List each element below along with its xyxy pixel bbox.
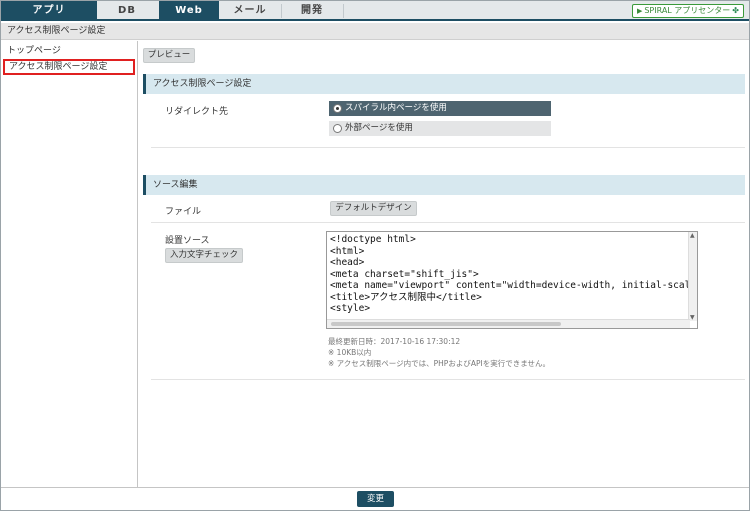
divider xyxy=(151,222,745,223)
last-updated: 最終更新日時：2017-10-16 17:30:12 xyxy=(328,337,461,346)
page-title: アクセス制限ページ設定 xyxy=(1,23,749,40)
app-center-label: SPIRAL アプリセンター xyxy=(644,6,731,15)
scroll-down-icon[interactable]: ▼ xyxy=(690,314,695,321)
tab-db[interactable]: DB xyxy=(97,1,157,21)
tab-app[interactable]: アプリ xyxy=(1,1,97,21)
char-check-button[interactable]: 入力文字チェック xyxy=(165,248,243,263)
top-nav: アプリ DB Web メール 開発 ▶ SPIRAL アプリセンター ✤ xyxy=(1,1,749,21)
leaf-icon: ✤ xyxy=(732,6,739,15)
tab-divider xyxy=(343,4,344,18)
divider xyxy=(151,147,745,148)
horizontal-scrollbar[interactable] xyxy=(327,319,690,328)
scroll-thumb[interactable] xyxy=(331,322,561,326)
radio-icon xyxy=(333,124,342,133)
submit-button[interactable]: 変更 xyxy=(357,491,394,507)
app-center-link[interactable]: ▶ SPIRAL アプリセンター ✤ xyxy=(631,4,744,18)
file-select-button[interactable]: デフォルトデザイン xyxy=(330,201,417,216)
divider xyxy=(151,379,745,380)
radio-icon xyxy=(333,104,342,113)
vertical-scrollbar[interactable]: ▲ ▼ xyxy=(688,232,697,321)
radio-internal-page[interactable]: スパイラル内ページを使用 xyxy=(329,101,551,116)
scroll-up-icon[interactable]: ▲ xyxy=(690,232,695,239)
redirect-label: リダイレクト先 xyxy=(165,107,229,117)
preview-button[interactable]: プレビュー xyxy=(143,48,195,63)
source-label: 設置ソース xyxy=(165,236,210,246)
tab-web[interactable]: Web xyxy=(159,1,219,21)
arrow-right-icon: ▶ xyxy=(636,7,643,15)
sidebar: トップページ アクセス制限ページ設定 xyxy=(1,41,138,487)
tab-mail[interactable]: メール xyxy=(219,1,281,21)
php-note: ※ アクセス制限ページ内では、PHPおよびAPIを実行できません。 xyxy=(328,359,550,368)
radio-external-page[interactable]: 外部ページを使用 xyxy=(329,121,551,136)
section-header-source: ソース編集 xyxy=(143,175,745,195)
sidebar-item-top[interactable]: トップページ xyxy=(1,44,137,59)
section-header-access: アクセス制限ページ設定 xyxy=(143,74,745,94)
source-code-text: <!doctype html> <html> <head> <meta char… xyxy=(330,234,697,314)
file-label: ファイル xyxy=(165,207,202,217)
footer: 変更 xyxy=(1,487,749,510)
tab-dev[interactable]: 開発 xyxy=(281,1,343,21)
radio-internal-label: スパイラル内ページを使用 xyxy=(345,103,447,113)
radio-external-label: 外部ページを使用 xyxy=(345,123,413,133)
sidebar-item-access-restriction[interactable]: アクセス制限ページ設定 xyxy=(3,59,135,75)
size-note: ※ 10KB以内 xyxy=(328,348,372,357)
source-code-editor[interactable]: <!doctype html> <html> <head> <meta char… xyxy=(326,231,698,329)
main-content: プレビュー アクセス制限ページ設定 リダイレクト先 スパイラル内ページを使用 外… xyxy=(139,41,749,487)
